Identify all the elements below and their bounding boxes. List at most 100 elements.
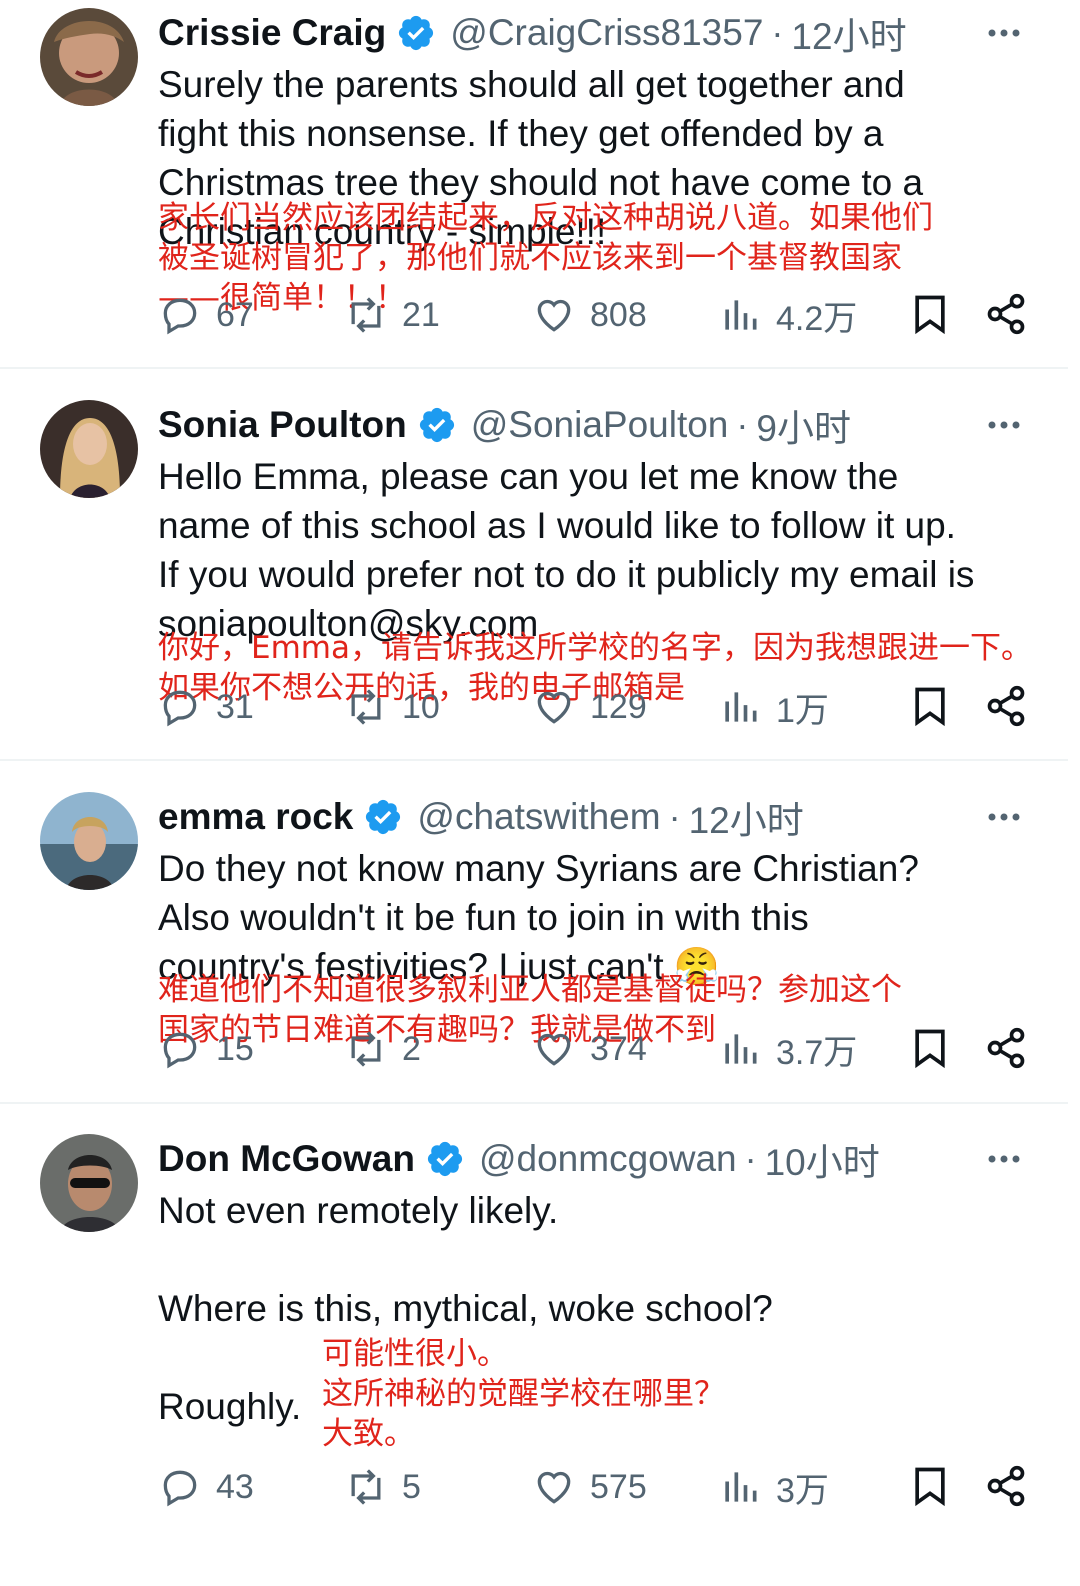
reply-button[interactable]: 67 (158, 292, 254, 338)
views-icon (718, 293, 762, 337)
like-count: 808 (590, 295, 647, 334)
views-count: 3万 (776, 1471, 829, 1510)
tweet-line: fight this nonsense. If they get offende… (158, 113, 884, 154)
more-icon[interactable] (984, 410, 1024, 440)
tweet-line: If you would prefer not to do it publicl… (158, 554, 975, 595)
more-icon[interactable] (984, 18, 1024, 48)
retweet-count: 2 (402, 1029, 421, 1068)
author-name[interactable]: Don McGowan (158, 1138, 415, 1180)
views-button[interactable]: 3.7万 (718, 1026, 857, 1072)
tweet-time[interactable]: 12小时 (689, 790, 804, 844)
separator-dot: · (744, 1138, 757, 1179)
reply-button[interactable]: 15 (158, 1026, 254, 1072)
like-count: 129 (590, 687, 647, 726)
tweet-line: name of this school as I would like to f… (158, 505, 956, 546)
retweet-button[interactable]: 2 (344, 1026, 421, 1072)
divider (0, 1102, 1068, 1104)
verified-badge-icon (363, 797, 403, 837)
share-icon[interactable] (984, 1464, 1028, 1508)
tweet-line: Not even remotely likely. (158, 1190, 559, 1231)
tweet[interactable]: Crissie Craig @CraigCriss81357 · 12小时 Su… (0, 8, 1080, 368)
tweet[interactable]: Sonia Poulton @SoniaPoulton · 9小时 Hello … (0, 400, 1080, 760)
views-icon (718, 1027, 762, 1071)
tweet-line: Do they not know many Syrians are Christ… (158, 848, 919, 889)
like-button[interactable]: 575 (532, 1464, 647, 1510)
bookmark-icon[interactable] (908, 1026, 952, 1070)
author-handle[interactable]: @chatswithem (417, 796, 660, 838)
avatar[interactable] (40, 400, 138, 498)
translation-line: 家长们当然应该团结起来，反对这种胡说八道。如果他们 (158, 200, 933, 236)
share-icon[interactable] (984, 684, 1028, 728)
like-button[interactable]: 808 (532, 292, 647, 338)
retweet-icon (344, 685, 388, 729)
views-icon (718, 1465, 762, 1509)
more-icon[interactable] (984, 1144, 1024, 1174)
retweet-icon (344, 1465, 388, 1509)
views-button[interactable]: 4.2万 (718, 292, 857, 338)
separator-dot: · (736, 404, 749, 445)
translation-line: 你好，Emma，请告诉我这所学校的名字，因为我想跟进一下。 (158, 630, 1032, 666)
separator-dot: · (668, 796, 681, 837)
like-button[interactable]: 374 (532, 1026, 647, 1072)
bookmark-icon[interactable] (908, 684, 952, 728)
tweet-text: Do they not know many Syrians are Christ… (158, 844, 1038, 991)
avatar[interactable] (40, 1134, 138, 1232)
author-handle[interactable]: @CraigCriss81357 (450, 12, 763, 54)
tweet-line (158, 1235, 1038, 1284)
reply-button[interactable]: 43 (158, 1464, 254, 1510)
separator-dot: · (771, 12, 784, 53)
verified-badge-icon (396, 13, 436, 53)
bookmark-icon[interactable] (908, 1464, 952, 1508)
share-icon[interactable] (984, 1026, 1028, 1070)
reply-icon (158, 1027, 202, 1071)
tweet-time[interactable]: 9小时 (756, 398, 851, 452)
author-handle[interactable]: @donmcgowan (479, 1138, 737, 1180)
retweet-button[interactable]: 21 (344, 292, 440, 338)
action-bar: 43 5 575 3万 (158, 1464, 1038, 1510)
tweet-line: Also wouldn't it be fun to join in with … (158, 897, 809, 938)
avatar[interactable] (40, 8, 138, 106)
like-count: 374 (590, 1029, 647, 1068)
reply-count: 67 (216, 295, 254, 334)
tweet[interactable]: Don McGowan @donmcgowan · 10小时 Not even … (0, 1134, 1080, 1574)
tweet[interactable]: emma rock @chatswithem · 12小时 Do they no… (0, 792, 1080, 1102)
author-handle[interactable]: @SoniaPoulton (471, 404, 729, 446)
verified-badge-icon (417, 405, 457, 445)
divider (0, 759, 1068, 761)
views-count: 4.2万 (776, 299, 858, 338)
retweet-button[interactable]: 5 (344, 1464, 421, 1510)
like-icon (532, 1465, 576, 1509)
views-count: 3.7万 (776, 1033, 858, 1072)
more-icon[interactable] (984, 802, 1024, 832)
translation-overlay: 可能性很小。 这所神秘的觉醒学校在哪里？ 大致。 (322, 1334, 725, 1454)
avatar[interactable] (40, 792, 138, 890)
translation-line: 大致。 (322, 1416, 415, 1452)
author-name[interactable]: Crissie Craig (158, 12, 386, 54)
bookmark-icon[interactable] (908, 292, 952, 336)
tweet-time[interactable]: 12小时 (791, 6, 906, 60)
retweet-count: 5 (402, 1467, 421, 1506)
retweet-icon (344, 1027, 388, 1071)
retweet-button[interactable]: 10 (344, 684, 440, 730)
views-icon (718, 685, 762, 729)
views-button[interactable]: 1万 (718, 684, 829, 730)
author-name[interactable]: emma rock (158, 796, 353, 838)
reply-count: 43 (216, 1467, 254, 1506)
views-button[interactable]: 3万 (718, 1464, 829, 1510)
like-button[interactable]: 129 (532, 684, 647, 730)
action-bar: 67 21 808 4.2万 (158, 292, 1038, 338)
reply-button[interactable]: 31 (158, 684, 254, 730)
reply-icon (158, 685, 202, 729)
tweet-line: Surely the parents should all get togeth… (158, 64, 905, 105)
verified-badge-icon (425, 1139, 465, 1179)
like-icon (532, 685, 576, 729)
tweet-time[interactable]: 10小时 (765, 1132, 880, 1186)
action-bar: 31 10 129 1万 (158, 684, 1038, 730)
like-icon (532, 293, 576, 337)
translation-line: 难道他们不知道很多叙利亚人都是基督徒吗？参加这个 (158, 972, 902, 1008)
author-name[interactable]: Sonia Poulton (158, 404, 407, 446)
action-bar: 15 2 374 3.7万 (158, 1026, 1038, 1072)
retweet-count: 21 (402, 295, 440, 334)
share-icon[interactable] (984, 292, 1028, 336)
reply-count: 15 (216, 1029, 254, 1068)
